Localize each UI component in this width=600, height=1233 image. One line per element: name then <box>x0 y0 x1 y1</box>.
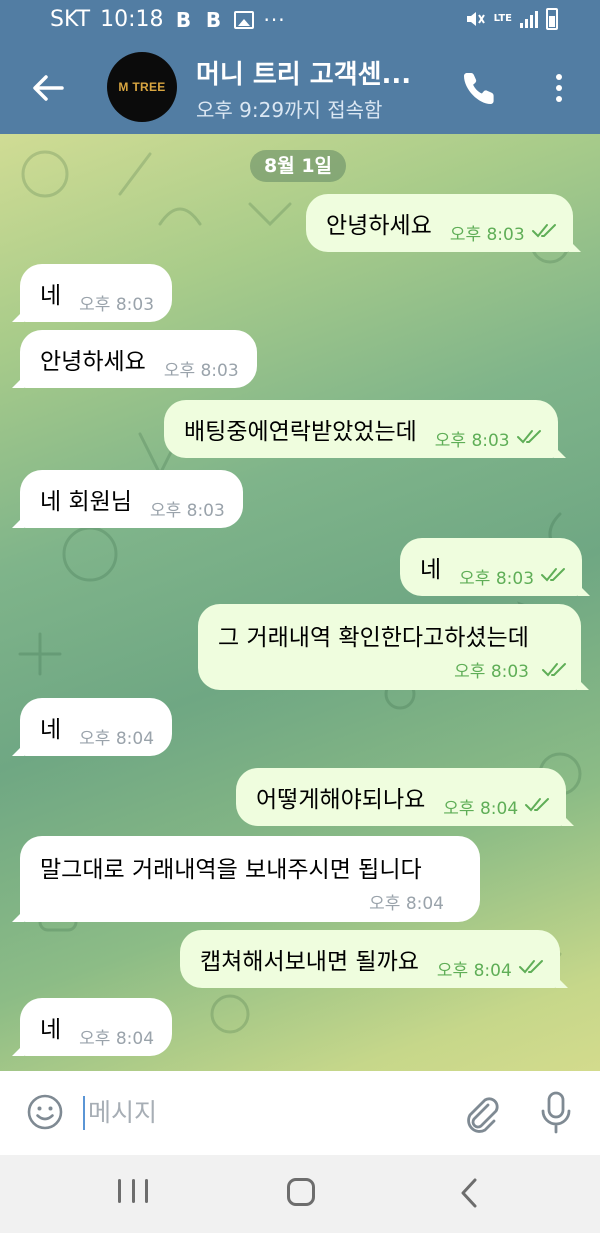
b-notification-icon: B <box>175 7 192 32</box>
message-bubble-incoming[interactable]: 말그대로 거래내역을 보내주시면 됩니다 오후 8:04 <box>12 836 480 922</box>
read-check-icon <box>541 568 566 582</box>
message-time: 오후 8:04 <box>79 1028 155 1049</box>
back-icon[interactable] <box>458 1177 480 1209</box>
date-separator: 8월 1일 <box>250 150 347 182</box>
message-bubble-outgoing[interactable]: 캡쳐해서보내면 될까요 오후 8:04 <box>180 930 568 988</box>
message-text: 말그대로 거래내역을 보내주시면 됩니다 <box>40 857 422 883</box>
message-text: 그 거래내역 확인한다고하셨는데 <box>218 625 529 651</box>
attach-icon[interactable] <box>460 1091 500 1135</box>
message-text: 네 <box>40 283 62 309</box>
avatar[interactable]: M TREE <box>107 52 177 122</box>
message-time: 오후 8:04 <box>79 728 155 749</box>
message-input[interactable] <box>84 1087 434 1137</box>
more-notifications-icon: ··· <box>263 7 286 32</box>
clock: 10:18 <box>100 7 164 32</box>
recent-apps-icon[interactable] <box>118 1179 148 1207</box>
status-right: LTE <box>464 8 558 30</box>
message-bubble-incoming[interactable]: 네 오후 8:04 <box>11 698 173 756</box>
message-text: 네 <box>420 557 442 583</box>
battery-icon <box>546 8 558 30</box>
chat-area[interactable]: 8월 1일 안녕하세요 오후 8:03 네 오후 8:03 안녕하세요 오후 8… <box>0 134 600 1071</box>
message-bubble-incoming[interactable]: 안녕하세요 오후 8:03 <box>12 330 257 388</box>
status-bar: SKT 10:18 B B ··· LTE <box>0 0 600 44</box>
read-check-icon <box>516 430 541 444</box>
message-text: 네 회원님 <box>40 489 132 515</box>
message-time: 오후 8:04 <box>369 894 444 914</box>
system-nav-bar <box>0 1155 600 1233</box>
phone-icon[interactable] <box>460 68 500 108</box>
avatar-logo: M TREE <box>118 80 166 94</box>
b-notification-icon-2: B <box>205 7 222 32</box>
message-time: 오후 8:04 <box>436 960 512 981</box>
last-seen-status: 오후 9:29까지 접속함 <box>196 98 383 122</box>
message-time: 오후 8:04 <box>443 798 519 819</box>
message-text: 어떻게해야되나요 <box>256 787 426 813</box>
message-time: 오후 8:03 <box>454 662 529 682</box>
message-time: 오후 8:03 <box>149 500 225 521</box>
mic-icon[interactable] <box>536 1089 576 1137</box>
read-check-icon <box>518 960 543 974</box>
mute-icon <box>466 12 485 26</box>
message-time: 오후 8:03 <box>434 430 510 451</box>
message-text: 네 <box>40 717 62 743</box>
message-text: 안녕하세요 <box>326 213 432 239</box>
message-text: 배팅중에연락받았었는데 <box>184 419 417 445</box>
message-bubble-outgoing[interactable]: 배팅중에연락받았었는데 오후 8:03 <box>164 400 566 458</box>
message-text: 네 <box>40 1017 62 1043</box>
chat-header: M TREE 머니 트리 고객센... 오후 9:29까지 접속함 <box>0 44 600 134</box>
read-check-icon <box>542 663 566 677</box>
message-bubble-outgoing[interactable]: 어떻게해야되나요 오후 8:04 <box>236 768 575 826</box>
message-text: 안녕하세요 <box>40 349 146 375</box>
message-time: 오후 8:03 <box>163 360 239 381</box>
signal-icon <box>520 10 538 28</box>
more-vertical-icon[interactable] <box>548 68 570 108</box>
network-type: LTE <box>493 13 512 24</box>
message-bubble-outgoing[interactable]: 네 오후 8:03 <box>400 538 591 596</box>
carrier-label: SKT <box>50 7 91 32</box>
emoji-icon[interactable] <box>26 1093 64 1131</box>
message-bubble-incoming[interactable]: 네 오후 8:04 <box>11 998 173 1056</box>
image-icon <box>233 10 254 29</box>
chat-title[interactable]: 머니 트리 고객센... <box>196 54 411 91</box>
message-time: 오후 8:03 <box>459 568 535 589</box>
message-composer <box>0 1071 600 1155</box>
message-time: 오후 8:03 <box>79 294 155 315</box>
read-check-icon <box>525 798 550 812</box>
message-bubble-incoming[interactable]: 네 회원님 오후 8:03 <box>12 470 243 528</box>
message-bubble-outgoing[interactable]: 그 거래내역 확인한다고하셨는데 오후 8:03 <box>198 604 589 690</box>
message-text: 캡쳐해서보내면 될까요 <box>200 949 419 975</box>
message-time: 오후 8:03 <box>449 224 525 245</box>
read-check-icon <box>531 224 556 238</box>
text-caret <box>83 1096 85 1130</box>
home-icon[interactable] <box>287 1178 315 1206</box>
status-left: SKT 10:18 B B ··· <box>50 7 286 32</box>
back-arrow-icon[interactable] <box>26 66 70 110</box>
message-bubble-outgoing[interactable]: 안녕하세요 오후 8:03 <box>306 194 581 252</box>
message-bubble-incoming[interactable]: 네 오후 8:03 <box>11 264 173 322</box>
